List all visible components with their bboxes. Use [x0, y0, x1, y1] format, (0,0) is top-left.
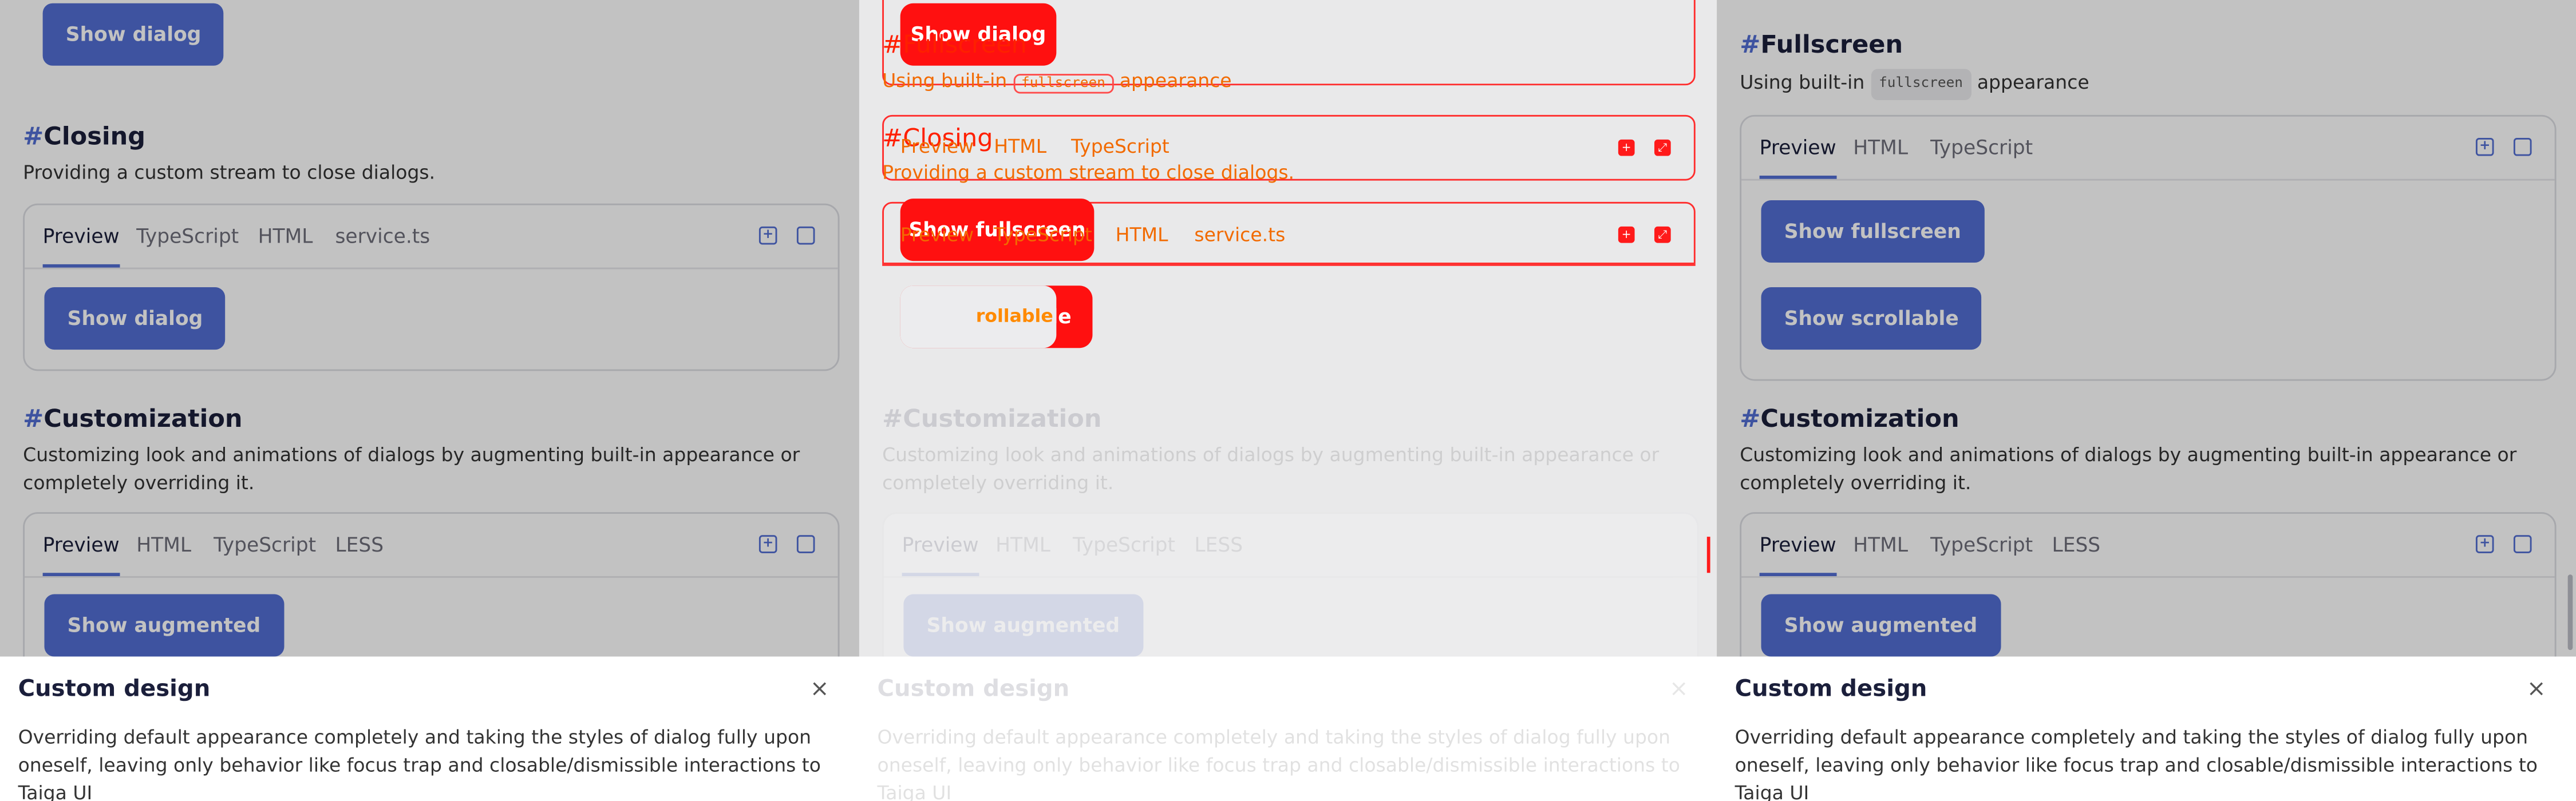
- dialog-backdrop[interactable]: [1717, 0, 2576, 657]
- close-icon[interactable]: ×: [810, 676, 829, 703]
- page-scrollbar[interactable]: [2567, 574, 2573, 651]
- tab-preview[interactable]: Preview: [900, 223, 974, 246]
- scrollable-label: rollable: [975, 305, 1053, 327]
- expand-icon[interactable]: ⤢: [1654, 139, 1671, 156]
- dialog-title: Custom design: [877, 676, 1070, 703]
- open-in-new-icon[interactable]: +: [1618, 226, 1635, 243]
- dialog-title: Custom design: [1735, 676, 1927, 703]
- section-title-customization: #Customization: [882, 403, 1102, 434]
- tab-typescript[interactable]: TypeScript: [1071, 134, 1170, 157]
- dialog-backdrop[interactable]: [0, 0, 859, 657]
- section-desc-fullscreen: Using built-in fullscreen appearance: [882, 69, 1232, 94]
- dialog-body: Overriding default appearance completely…: [877, 725, 1680, 801]
- tab-html[interactable]: HTML: [994, 134, 1046, 157]
- screen: Show dialog #Closing Providing a custom …: [0, 0, 2576, 801]
- custom-dialog: Custom design × Overriding default appea…: [0, 656, 859, 801]
- highlight-line: [882, 264, 1696, 266]
- custom-dialog: Custom design × Overriding default appea…: [859, 656, 1718, 801]
- panel-right: #Fullscreen Using built-in fullscreen ap…: [1717, 0, 2576, 801]
- show-augmented-button[interactable]: Show augmented: [903, 594, 1143, 657]
- page-content: #Customization Customizing look and anim…: [859, 0, 1718, 696]
- tab-service[interactable]: service.ts: [1194, 223, 1285, 246]
- tab-html[interactable]: HTML: [1116, 223, 1168, 246]
- tab-typescript[interactable]: TypeScript: [994, 223, 1092, 246]
- tab-preview[interactable]: Preview: [900, 134, 974, 157]
- tab-typescript[interactable]: TypeScript: [1073, 533, 1175, 556]
- section-desc-customization: Customizing look and animations of dialo…: [882, 443, 1660, 494]
- custom-dialog: Custom design × Overriding default appea…: [1717, 656, 2576, 801]
- dialog-body: Overriding default appearance completely…: [18, 725, 821, 801]
- section-desc-closing: Providing a custom stream to close dialo…: [882, 161, 1295, 184]
- panel-middle: #Customization Customizing look and anim…: [859, 0, 1718, 801]
- section-title-fullscreen: #Fullscreen: [882, 29, 1027, 60]
- expand-icon[interactable]: ⤢: [1654, 226, 1671, 243]
- dialog-title: Custom design: [18, 676, 211, 703]
- dialog-body: Overriding default appearance completely…: [1735, 725, 2538, 801]
- panel-left: Show dialog #Closing Providing a custom …: [0, 0, 859, 801]
- scroll-indicator: [1706, 537, 1710, 573]
- tab-less[interactable]: LESS: [1194, 533, 1243, 556]
- close-icon[interactable]: ×: [1669, 676, 1689, 703]
- tab-html[interactable]: HTML: [995, 533, 1050, 556]
- close-icon[interactable]: ×: [2527, 676, 2546, 703]
- demo-tabs: Preview HTML TypeScript LESS: [884, 514, 1697, 578]
- open-in-new-icon[interactable]: +: [1618, 139, 1635, 156]
- tab-preview[interactable]: Preview: [902, 533, 979, 576]
